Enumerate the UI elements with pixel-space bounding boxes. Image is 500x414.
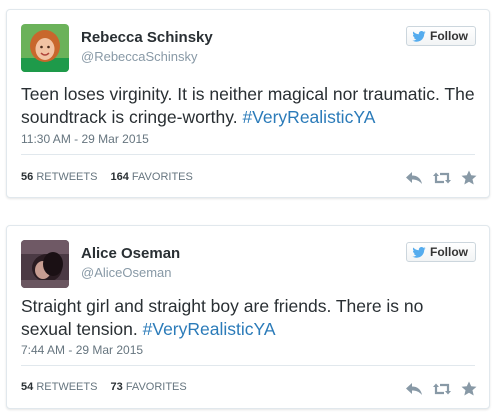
favorites-label: FAVORITES bbox=[131, 171, 193, 183]
reply-icon[interactable] bbox=[405, 382, 423, 396]
favorite-count[interactable]: 164 bbox=[111, 171, 129, 183]
follow-button[interactable]: Follow bbox=[406, 242, 476, 262]
tweet-text: Teen loses virginity. It is neither magi… bbox=[21, 83, 475, 129]
follow-button-label: Follow bbox=[430, 245, 468, 259]
favorites-label: FAVORITES bbox=[125, 381, 187, 393]
tweet-card: Rebecca Schinsky @RebeccaSchinsky Follow… bbox=[6, 9, 490, 198]
avatar[interactable] bbox=[21, 240, 69, 288]
tweet-text: Straight girl and straight boy are frien… bbox=[21, 295, 475, 341]
timestamp[interactable]: 11:30 AM - 29 Mar 2015 bbox=[21, 132, 149, 146]
twitter-bird-icon bbox=[412, 246, 426, 258]
tweet-actions bbox=[405, 170, 477, 185]
username[interactable]: @RebeccaSchinsky bbox=[81, 49, 198, 64]
follow-button-label: Follow bbox=[430, 29, 468, 43]
retweet-icon[interactable] bbox=[432, 382, 452, 396]
tweet-actions bbox=[405, 381, 477, 396]
favorite-star-icon[interactable] bbox=[461, 170, 477, 185]
retweet-count[interactable]: 56 bbox=[21, 171, 33, 183]
divider bbox=[21, 154, 475, 155]
hashtag-link[interactable]: #VeryRealisticYA bbox=[143, 319, 276, 339]
display-name[interactable]: Rebecca Schinsky bbox=[81, 29, 213, 46]
reply-icon[interactable] bbox=[405, 171, 423, 185]
timestamp[interactable]: 7:44 AM - 29 Mar 2015 bbox=[21, 343, 143, 357]
display-name[interactable]: Alice Oseman bbox=[81, 245, 180, 262]
favorite-star-icon[interactable] bbox=[461, 381, 477, 396]
divider bbox=[21, 365, 475, 366]
hashtag-link[interactable]: #VeryRealisticYA bbox=[242, 107, 375, 127]
avatar[interactable] bbox=[21, 24, 69, 72]
retweet-count[interactable]: 54 bbox=[21, 381, 33, 393]
tweet-stats: 54 RETWEETS 73 FAVORITES bbox=[21, 381, 187, 393]
retweet-icon[interactable] bbox=[432, 171, 452, 185]
retweets-label: RETWEETS bbox=[36, 381, 98, 393]
tweet-card: Alice Oseman @AliceOseman Follow Straigh… bbox=[6, 225, 490, 409]
username[interactable]: @AliceOseman bbox=[81, 265, 172, 280]
twitter-bird-icon bbox=[412, 30, 426, 42]
follow-button[interactable]: Follow bbox=[406, 26, 476, 46]
retweets-label: RETWEETS bbox=[36, 171, 98, 183]
favorite-count[interactable]: 73 bbox=[111, 381, 123, 393]
tweet-stats: 56 RETWEETS 164 FAVORITES bbox=[21, 171, 193, 183]
